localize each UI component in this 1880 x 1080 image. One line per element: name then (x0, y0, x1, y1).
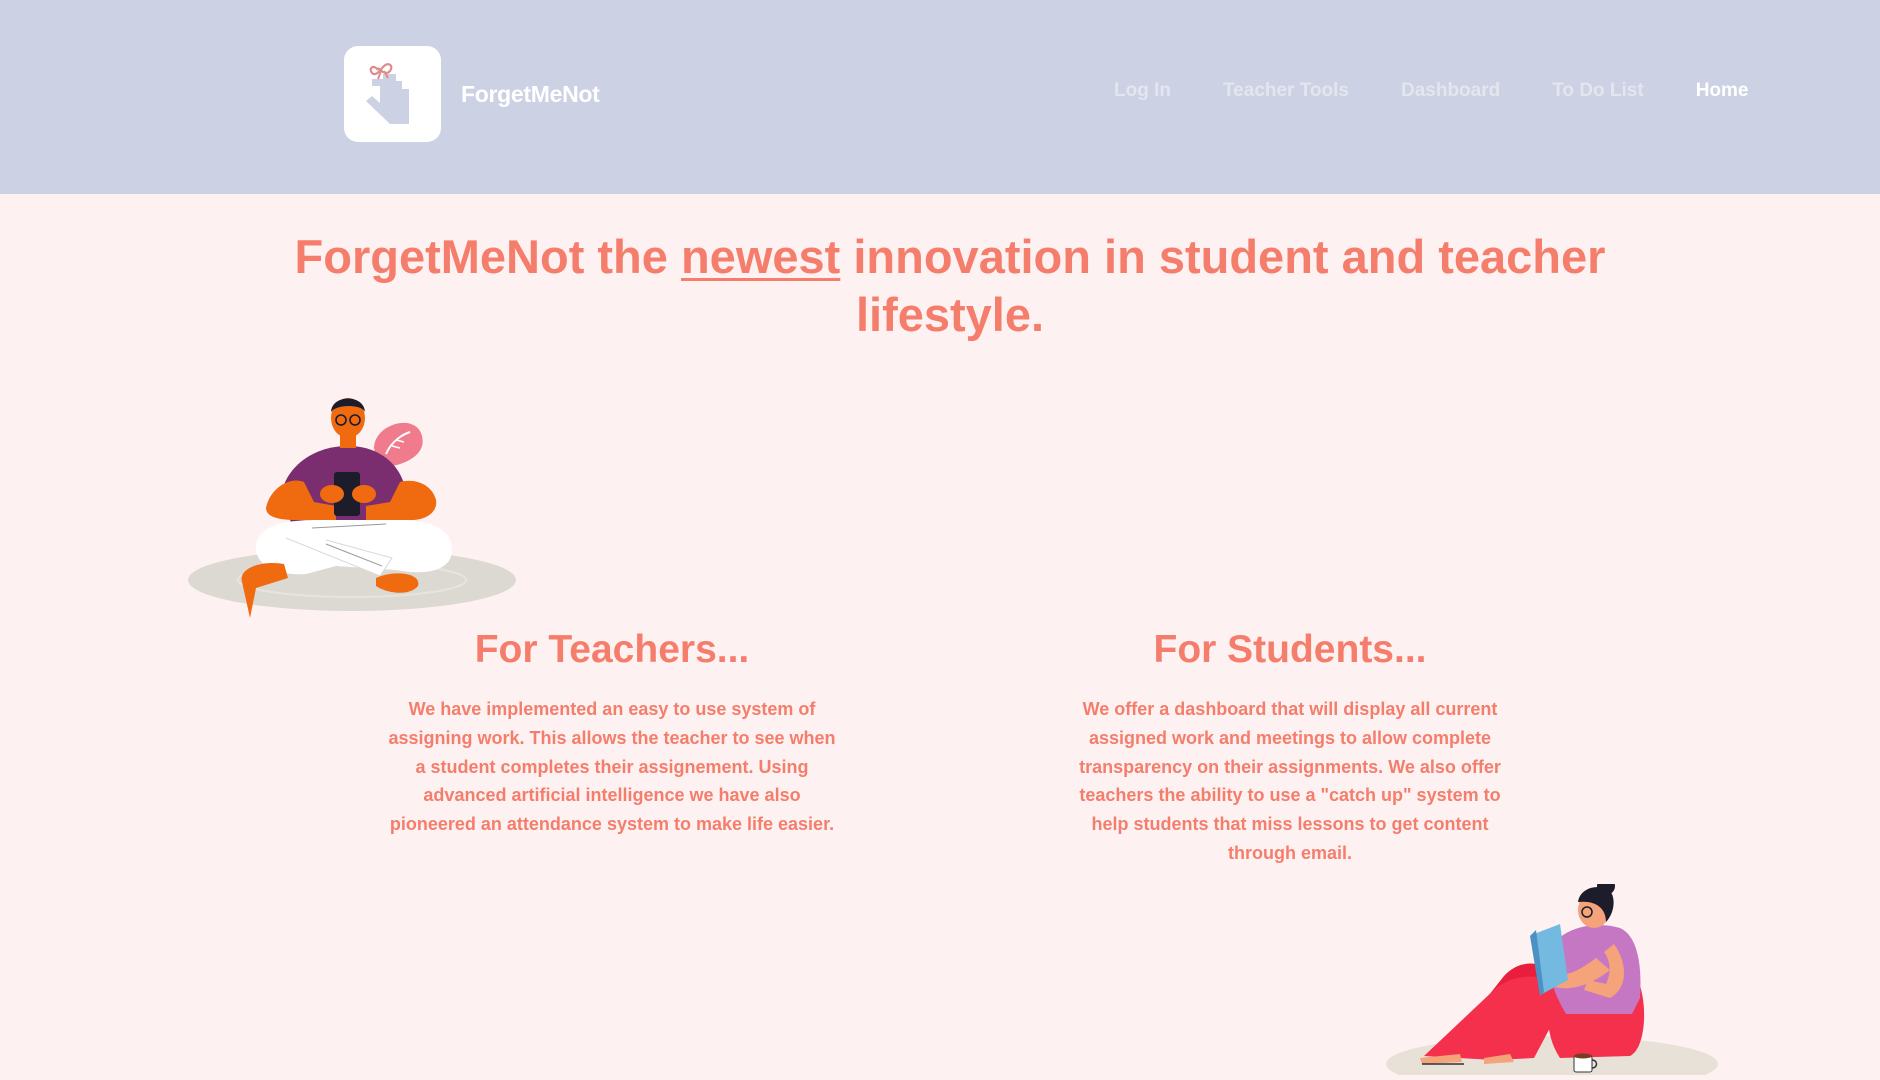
brand-name: ForgetMeNot (461, 80, 600, 107)
teachers-card: For Teachers... We have implemented an e… (382, 627, 842, 839)
nav-home[interactable]: Home (1696, 80, 1749, 102)
top-navbar: ForgetMeNot Log In Teacher Tools Dashboa… (0, 0, 1880, 194)
student-illustration (1384, 877, 1724, 1080)
brand-link[interactable]: ForgetMeNot (344, 46, 600, 142)
hero-title: ForgetMeNot the newest innovation in stu… (240, 228, 1660, 344)
teachers-heading: For Teachers... (474, 628, 750, 671)
students-heading: For Students... (1153, 628, 1427, 671)
teachers-body: We have implemented an easy to use syste… (388, 699, 836, 835)
nav-dashboard[interactable]: Dashboard (1401, 80, 1500, 102)
students-card: For Students... We offer a dashboard tha… (1060, 627, 1520, 868)
hero-title-emphasis: newest (680, 230, 841, 283)
main-nav: Log In Teacher Tools Dashboard To Do Lis… (1114, 80, 1749, 102)
hero-title-before: ForgetMeNot the (294, 230, 681, 283)
nav-teacher-tools[interactable]: Teacher Tools (1223, 80, 1349, 102)
hand-with-ribbon-icon (344, 46, 441, 142)
students-body: We offer a dashboard that will display a… (1079, 699, 1501, 863)
teacher-illustration (186, 390, 526, 635)
nav-to-do-list[interactable]: To Do List (1552, 80, 1643, 102)
hero-title-after: innovation in student and teacher lifest… (840, 230, 1606, 341)
nav-log-in[interactable]: Log In (1114, 80, 1171, 102)
